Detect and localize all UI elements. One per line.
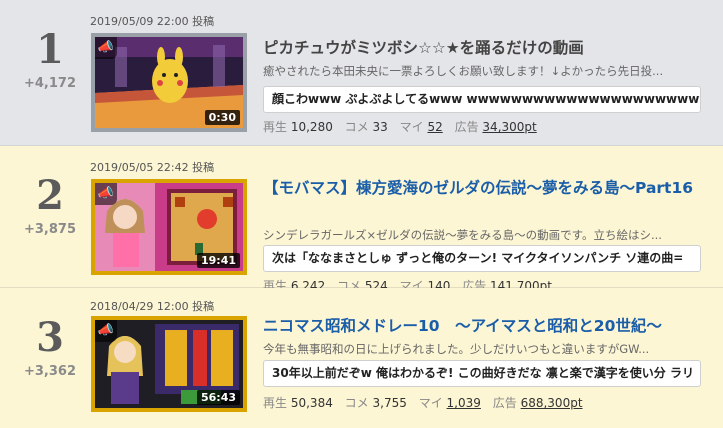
- video-title-link[interactable]: ピカチュウがミツボシ☆☆★を踊るだけの動画: [263, 38, 713, 58]
- comments-count: 33: [372, 120, 388, 134]
- video-thumbnail[interactable]: 📣 0:30: [91, 33, 247, 132]
- posted-date: 2019/05/05 22:42 投稿: [90, 161, 215, 174]
- views-count: 50,384: [290, 396, 333, 410]
- rank-number: 1: [36, 26, 64, 73]
- latest-comments: 30年以上前だぞw 俺はわかるぞ! この曲好きだな 凛と楽で漢字を使い分 ラリ: [263, 360, 701, 387]
- video-duration: 0:30: [204, 110, 240, 125]
- ads-label: 広告: [492, 396, 517, 410]
- point-gain: +4,172: [23, 76, 76, 91]
- comments-label: コメ: [344, 396, 369, 410]
- point-gain: +3,875: [23, 222, 76, 237]
- ads-label: 広告: [454, 120, 479, 134]
- latest-comments: 次は「ななまさとしゅ ずっと俺のターン! マイクタイソンパンチ ソ連の曲=: [263, 245, 701, 272]
- posted-date: 2018/04/29 12:00 投稿: [90, 300, 215, 313]
- megaphone-icon: 📣: [95, 37, 117, 59]
- video-stats: 再生 10,280 コメ 33 マイ 52 広告 34,300pt: [263, 118, 545, 135]
- video-title-link[interactable]: 【モバマス】棟方愛海のゼルダの伝説～夢をみる島～Part16: [263, 178, 713, 198]
- mylist-count-link[interactable]: 1,039: [447, 396, 481, 410]
- ranking-list: 1 +4,172 2019/05/09 22:00 投稿 📣 0:30 ピカチュ…: [0, 0, 723, 428]
- megaphone-icon: 📣: [95, 183, 117, 205]
- views-count: 10,280: [290, 120, 333, 134]
- video-duration: 19:41: [196, 253, 240, 268]
- ranking-item: 2 +3,875 2019/05/05 22:42 投稿 📣 19:41 【モバ…: [0, 146, 723, 293]
- ranking-item: 1 +4,172 2019/05/09 22:00 投稿 📣 0:30 ピカチュ…: [0, 0, 723, 146]
- views-label: 再生: [263, 120, 288, 134]
- video-title-link[interactable]: ニコマス昭和メドレー10 ～アイマスと昭和と20世紀～: [263, 316, 713, 336]
- ranking-item: 3 +3,362 2018/04/29 12:00 投稿 📣 56:43 ニコマ…: [0, 288, 723, 428]
- video-description: 癒やされたら本田未央に一票よろしくお願い致します！↓よかったら先日投...: [263, 64, 664, 78]
- mylist-count-link[interactable]: 52: [427, 120, 442, 134]
- rank-number: 3: [36, 314, 64, 361]
- latest-comments: 顔こわwww ぷよぷよしてるwww wwwwwwwwwwwwwwwwwwwwww: [263, 86, 701, 113]
- posted-date: 2019/05/09 22:00 投稿: [90, 15, 215, 28]
- mylist-label: マイ: [418, 396, 443, 410]
- megaphone-icon: 📣: [95, 320, 117, 342]
- ads-points-link[interactable]: 688,300pt: [521, 396, 583, 410]
- rank-number: 2: [36, 172, 64, 219]
- video-description: 今年も無事昭和の日に上げられました。少しだけいつもと違いますがGW...: [263, 342, 650, 356]
- video-thumbnail[interactable]: 📣 19:41: [91, 179, 247, 275]
- video-duration: 56:43: [196, 390, 240, 405]
- views-label: 再生: [263, 396, 288, 410]
- video-stats: 再生 50,384 コメ 3,755 マイ 1,039 広告 688,300pt: [263, 394, 591, 411]
- comments-count: 3,755: [372, 396, 407, 410]
- ads-points-link[interactable]: 34,300pt: [482, 120, 536, 134]
- video-description: シンデレラガールズ×ゼルダの伝説～夢をみる島～の動画です。立ち絵はシ...: [263, 228, 662, 242]
- video-thumbnail[interactable]: 📣 56:43: [91, 316, 247, 412]
- mylist-label: マイ: [399, 120, 424, 134]
- point-gain: +3,362: [23, 364, 76, 379]
- comments-label: コメ: [344, 120, 369, 134]
